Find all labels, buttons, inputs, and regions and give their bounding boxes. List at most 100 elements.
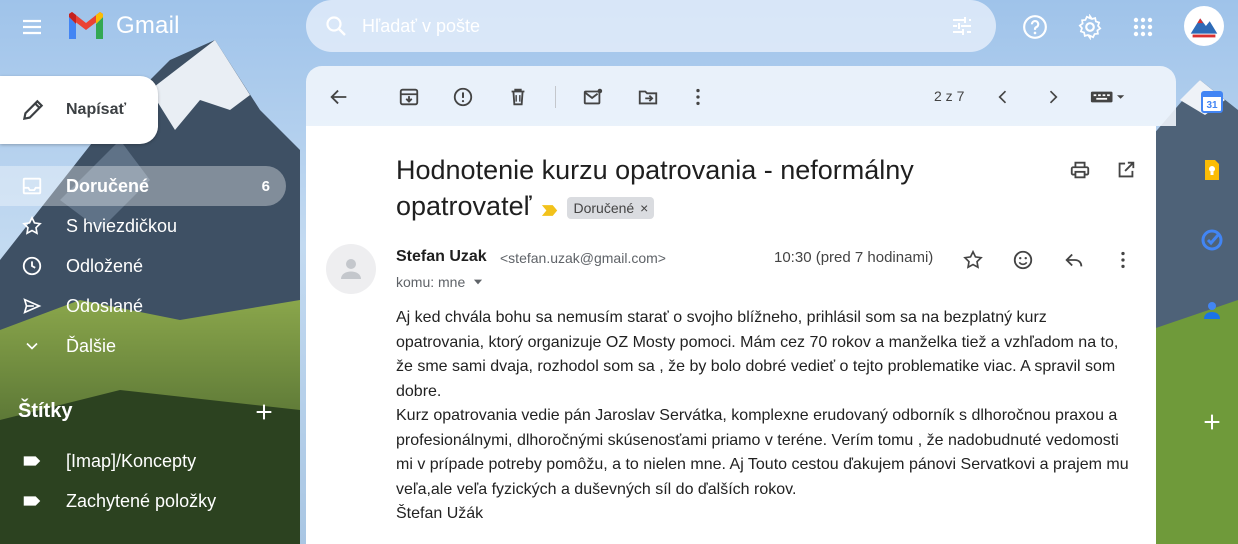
body-paragraph: Aj ked chvála bohu sa nemusím starať o s…: [396, 309, 1119, 400]
top-header: Gmail: [0, 0, 1238, 52]
body-paragraph: Kurz opatrovania vedie pán Jaroslav Serv…: [396, 407, 1129, 498]
sender-name[interactable]: Stefan Uzak: [396, 248, 487, 266]
message-toolbar: 2 z 7: [306, 66, 1176, 126]
sidebar-item-label: S hviezdičkou: [66, 215, 178, 236]
hamburger-icon: [23, 19, 41, 35]
keyboard-icon: [1090, 91, 1125, 103]
print-all-button[interactable]: [1066, 156, 1094, 184]
sidebar-item-label: Doručené: [66, 175, 150, 196]
more-options-button[interactable]: [683, 82, 713, 112]
side-panel: 31: [1184, 76, 1238, 544]
report-spam-button[interactable]: [448, 82, 478, 112]
message-subject: Hodnotenie kurzu opatrovania - neformáln…: [396, 152, 996, 226]
compose-label: Napísať: [66, 101, 127, 118]
label-item-name: [Imap]/Koncepty: [66, 450, 197, 471]
contacts-app-icon[interactable]: [1198, 296, 1226, 324]
recipients-line[interactable]: komu: mne: [396, 274, 485, 290]
label-item-captured[interactable]: Zachytené položky: [0, 481, 290, 521]
star-icon: [20, 214, 44, 238]
account-avatar[interactable]: [1184, 6, 1224, 46]
input-tools-button[interactable]: [1086, 82, 1130, 112]
gmail-logo[interactable]: Gmail: [66, 11, 180, 41]
message-time: 10:30 (pred 7 hodinami): [774, 249, 934, 266]
add-label-button[interactable]: [250, 398, 278, 426]
star-outline-icon: [963, 249, 983, 269]
chevron-left-icon: [998, 90, 1007, 104]
pencil-icon: [22, 99, 44, 121]
settings-gear-icon[interactable]: [1071, 8, 1109, 46]
more-vert-icon: [696, 88, 700, 106]
message-more-button[interactable]: [1107, 244, 1139, 276]
sidebar-nav: Doručené 6 S hviezdičkou Odložené Odosla…: [0, 166, 290, 366]
calendar-app-icon[interactable]: 31: [1198, 88, 1226, 116]
toolbar-divider: [555, 86, 556, 108]
sender-email: <stefan.uzak@gmail.com>: [500, 250, 666, 266]
archive-icon: [399, 88, 419, 106]
labels-heading: Štítky: [18, 400, 73, 422]
mark-unread-button[interactable]: [578, 82, 608, 112]
remove-label-button[interactable]: ×: [640, 200, 648, 216]
chevron-down-icon: [20, 334, 44, 358]
gmail-m-icon: [66, 11, 106, 41]
pager-text: 2 z 7: [934, 88, 965, 104]
report-icon: [453, 87, 473, 107]
sidebar-item-more[interactable]: Ďalšie: [0, 326, 290, 366]
add-reaction-button[interactable]: [1007, 244, 1039, 276]
sidebar-item-starred[interactable]: S hviezdičkou: [0, 206, 290, 246]
sidebar-item-label: Odoslané: [66, 295, 144, 316]
chevron-right-icon: [1049, 90, 1058, 104]
move-to-folder-icon: [638, 90, 658, 105]
archive-button[interactable]: [394, 82, 424, 112]
inbox-unread-count: 6: [261, 177, 270, 195]
subject-text: Hodnotenie kurzu opatrovania - neformáln…: [396, 155, 914, 221]
reply-button[interactable]: [1058, 244, 1090, 276]
plus-icon: [256, 404, 272, 420]
label-chip-text: Doručené: [573, 199, 635, 216]
person-icon: [341, 259, 361, 279]
sidebar-item-snoozed[interactable]: Odložené: [0, 246, 290, 286]
clock-icon: [20, 254, 44, 278]
emoji-smile-icon: [1013, 250, 1033, 270]
search-input[interactable]: [360, 14, 924, 38]
recipients-text: komu: mne: [396, 274, 466, 290]
star-message-button[interactable]: [957, 244, 989, 276]
search-icon[interactable]: [316, 6, 356, 46]
open-new-window-button[interactable]: [1112, 156, 1140, 184]
label-tag-icon: [20, 449, 44, 473]
sidebar-item-label: Odložené: [66, 255, 144, 276]
get-addons-button[interactable]: [1198, 408, 1226, 436]
label-item-drafts[interactable]: [Imap]/Koncepty: [0, 441, 290, 481]
send-icon: [20, 294, 44, 318]
newer-button[interactable]: [988, 82, 1018, 112]
label-chip-inbox: Doručené ×: [567, 196, 655, 219]
sidebar-item-inbox[interactable]: Doručené 6: [0, 166, 286, 206]
trash-icon: [511, 88, 525, 106]
arrow-back-icon: [330, 89, 347, 105]
more-vert-icon: [1121, 251, 1125, 269]
delete-button[interactable]: [503, 82, 533, 112]
sender-avatar[interactable]: [326, 244, 376, 294]
message-panel: Hodnotenie kurzu opatrovania - neformáln…: [306, 126, 1156, 544]
inbox-icon: [20, 174, 44, 198]
older-button[interactable]: [1038, 82, 1068, 112]
reply-icon: [1065, 253, 1083, 267]
help-icon[interactable]: [1016, 8, 1054, 46]
label-tag-icon: [20, 489, 44, 513]
label-item-name: Zachytené položky: [66, 490, 217, 511]
calendar-day: 31: [1206, 100, 1218, 111]
tasks-app-icon[interactable]: [1198, 226, 1226, 254]
important-marker-icon[interactable]: [541, 190, 559, 226]
body-signature: Štefan Užák: [396, 505, 484, 522]
move-to-button[interactable]: [633, 82, 663, 112]
message-body: Aj ked chvála bohu sa nemusím starať o s…: [396, 306, 1138, 527]
sidebar-item-sent[interactable]: Odoslané: [0, 286, 290, 326]
compose-button[interactable]: Napísať: [0, 76, 158, 144]
main-menu-button[interactable]: [14, 9, 50, 45]
search-options-icon[interactable]: [948, 12, 976, 40]
search-bar: [306, 0, 996, 52]
apps-grid-icon[interactable]: [1124, 8, 1162, 46]
mark-unread-icon: [583, 88, 603, 105]
account-logo-icon: [1190, 18, 1218, 38]
back-button[interactable]: [324, 82, 354, 112]
keep-app-icon[interactable]: [1198, 156, 1226, 184]
